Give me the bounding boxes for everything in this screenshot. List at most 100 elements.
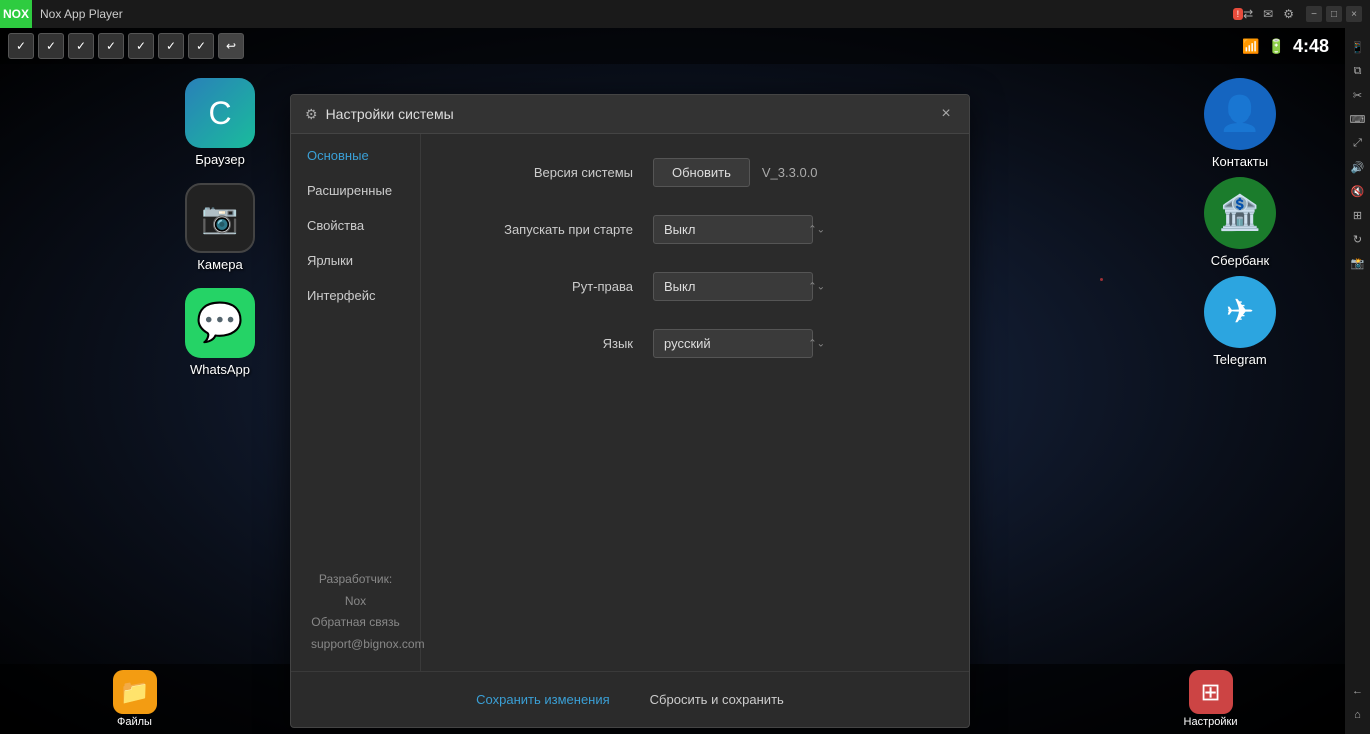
settings-label: Настройки <box>1184 716 1238 728</box>
contacts-label: Контакты <box>1212 154 1268 169</box>
root-select[interactable]: Выкл Вкл <box>653 272 813 301</box>
nav-properties[interactable]: Свойства <box>291 208 420 243</box>
mail-icon[interactable]: ✉ <box>1263 7 1273 21</box>
autostart-label: Запускать при старте <box>453 222 633 237</box>
checkbox-7[interactable]: ✓ <box>188 33 214 59</box>
checkbox-3[interactable]: ✓ <box>68 33 94 59</box>
nav-shortcuts[interactable]: Ярлыки <box>291 243 420 278</box>
sberbank-app[interactable]: 🏦 Сбербанк <box>1195 177 1285 268</box>
sidebar-back-btn[interactable]: ← <box>1347 680 1369 702</box>
checkbox-2[interactable]: ✓ <box>38 33 64 59</box>
sidebar-grid-btn[interactable]: ⊞ <box>1347 204 1369 226</box>
whatsapp-label: WhatsApp <box>190 362 250 377</box>
window-controls: − □ × <box>1306 6 1362 22</box>
root-select-wrapper: Выкл Вкл <box>653 272 833 301</box>
root-label: Рут-права <box>453 279 633 294</box>
emulator-taskbar-top: ✓ ✓ ✓ ✓ ✓ ✓ ✓ ↩ 📶 🔋 4:48 <box>0 28 1345 64</box>
save-button[interactable]: Сохранить изменения <box>464 686 622 713</box>
dialog-bottom-bar: Сохранить изменения Сбросить и сохранить <box>291 671 969 727</box>
dialog-close-button[interactable]: × <box>937 105 955 123</box>
update-button[interactable]: Обновить <box>653 158 750 187</box>
nav-basic[interactable]: Основные <box>291 138 420 173</box>
dialog-title: Настройки системы <box>326 106 937 122</box>
contacts-icon: 👤 <box>1204 78 1276 150</box>
whatsapp-icon: 💬 <box>185 288 255 358</box>
nav-advanced[interactable]: Расширенные <box>291 173 420 208</box>
settings-dialog: ⚙ Настройки системы × Основные Расширенн… <box>290 94 970 728</box>
taskbar-checkboxes: ✓ ✓ ✓ ✓ ✓ ✓ ✓ ↩ <box>8 33 244 59</box>
telegram-icon: ✈ <box>1204 276 1276 348</box>
nav-interface[interactable]: Интерфейс <box>291 278 420 313</box>
dialog-footer-info: Разработчик: Nox Обратная связь support@… <box>291 553 420 671</box>
time-display: 4:48 <box>1293 36 1329 57</box>
files-icon: 📁 <box>113 670 157 714</box>
version-controls: Обновить V_3.3.0.0 <box>653 158 818 187</box>
maximize-button[interactable]: □ <box>1326 6 1342 22</box>
autostart-select[interactable]: Выкл Вкл <box>653 215 813 244</box>
contacts-app[interactable]: 👤 Контакты <box>1195 78 1285 169</box>
language-select-wrapper: русский English 中文 <box>653 329 833 358</box>
gear-icon: ⚙ <box>305 106 318 123</box>
language-label: Язык <box>453 336 633 351</box>
browser-icon: C <box>185 78 255 148</box>
battery-icon: 🔋 <box>1268 38 1285 55</box>
app-title: Nox App Player <box>40 7 1229 21</box>
minimize-button[interactable]: − <box>1306 6 1322 22</box>
checkbox-6[interactable]: ✓ <box>158 33 184 59</box>
sberbank-label: Сбербанк <box>1211 253 1269 268</box>
settings-app-icon: ⊞ <box>1189 670 1233 714</box>
sidebar-volume-btn[interactable]: 🔊 <box>1347 156 1369 178</box>
version-label: Версия системы <box>453 165 633 180</box>
version-row: Версия системы Обновить V_3.3.0.0 <box>453 158 937 187</box>
titlebar: NOX Nox App Player ! ⇄ ✉ ⚙ − □ × <box>0 0 1370 28</box>
wifi-icon: 📶 <box>1242 38 1259 55</box>
telegram-app[interactable]: ✈ Telegram <box>1195 276 1285 367</box>
checkbox-1[interactable]: ✓ <box>8 33 34 59</box>
camera-label: Камера <box>197 257 242 272</box>
sberbank-icon: 🏦 <box>1204 177 1276 249</box>
files-label: Файлы <box>117 716 152 728</box>
footer-email[interactable]: support@bignox.com <box>311 634 400 656</box>
autostart-row: Запускать при старте Выкл Вкл <box>453 215 937 244</box>
sidebar-mute-btn[interactable]: 🔇 <box>1347 180 1369 202</box>
notification-badge: ! <box>1233 8 1244 20</box>
sidebar-phone-btn[interactable]: 📱 <box>1347 36 1369 58</box>
app-logo: NOX <box>0 0 32 28</box>
language-row: Язык русский English 中文 <box>453 329 937 358</box>
right-sidebar: 📱 ⧉ ✂ ⌨ ⤢ 🔊 🔇 ⊞ ↻ 📸 ← ⌂ <box>1345 28 1370 734</box>
browser-app[interactable]: C Браузер <box>180 78 260 167</box>
status-bar: 📶 🔋 4:48 <box>1242 36 1329 57</box>
files-taskbar-item[interactable]: 📁 Файлы <box>0 664 269 734</box>
sidebar-layers-btn[interactable]: ⧉ <box>1347 60 1369 82</box>
sidebar-scissors-btn[interactable]: ✂ <box>1347 84 1369 106</box>
desktop-icons-right: 👤 Контакты 🏦 Сбербанк ✈ Telegram <box>1195 78 1285 367</box>
footer-feedback[interactable]: Обратная связь <box>311 612 400 634</box>
sidebar-camera-btn[interactable]: 📸 <box>1347 252 1369 274</box>
footer-developer: Разработчик: Nox <box>311 569 400 612</box>
checkbox-8[interactable]: ↩ <box>218 33 244 59</box>
desktop-icons-left: C Браузер 📷 Камера 💬 WhatsApp <box>180 78 260 377</box>
checkbox-4[interactable]: ✓ <box>98 33 124 59</box>
sync-icon[interactable]: ⇄ <box>1243 7 1253 21</box>
sidebar-keyboard-btn[interactable]: ⌨ <box>1347 108 1369 130</box>
dialog-titlebar: ⚙ Настройки системы × <box>291 95 969 134</box>
sidebar-rotate-btn[interactable]: ↻ <box>1347 228 1369 250</box>
settings-icon[interactable]: ⚙ <box>1283 7 1294 21</box>
language-select[interactable]: русский English 中文 <box>653 329 813 358</box>
root-row: Рут-права Выкл Вкл <box>453 272 937 301</box>
reset-button[interactable]: Сбросить и сохранить <box>638 686 796 713</box>
dialog-nav: Основные Расширенные Свойства Ярлыки Инт… <box>291 134 421 671</box>
dialog-content: Версия системы Обновить V_3.3.0.0 Запуск… <box>421 134 969 671</box>
checkbox-5[interactable]: ✓ <box>128 33 154 59</box>
browser-label: Браузер <box>195 152 245 167</box>
close-button[interactable]: × <box>1346 6 1362 22</box>
emulator-area: ✓ ✓ ✓ ✓ ✓ ✓ ✓ ↩ 📶 🔋 4:48 C Браузер 📷 Кам… <box>0 28 1345 734</box>
dialog-body: Основные Расширенные Свойства Ярлыки Инт… <box>291 134 969 671</box>
sidebar-expand-btn[interactable]: ⤢ <box>1347 132 1369 154</box>
version-value: V_3.3.0.0 <box>762 165 818 180</box>
settings-taskbar-item[interactable]: ⊞ Настройки <box>1076 664 1345 734</box>
sidebar-home-btn[interactable]: ⌂ <box>1347 704 1369 726</box>
whatsapp-app[interactable]: 💬 WhatsApp <box>180 288 260 377</box>
camera-app[interactable]: 📷 Камера <box>180 183 260 272</box>
telegram-label: Telegram <box>1213 352 1266 367</box>
